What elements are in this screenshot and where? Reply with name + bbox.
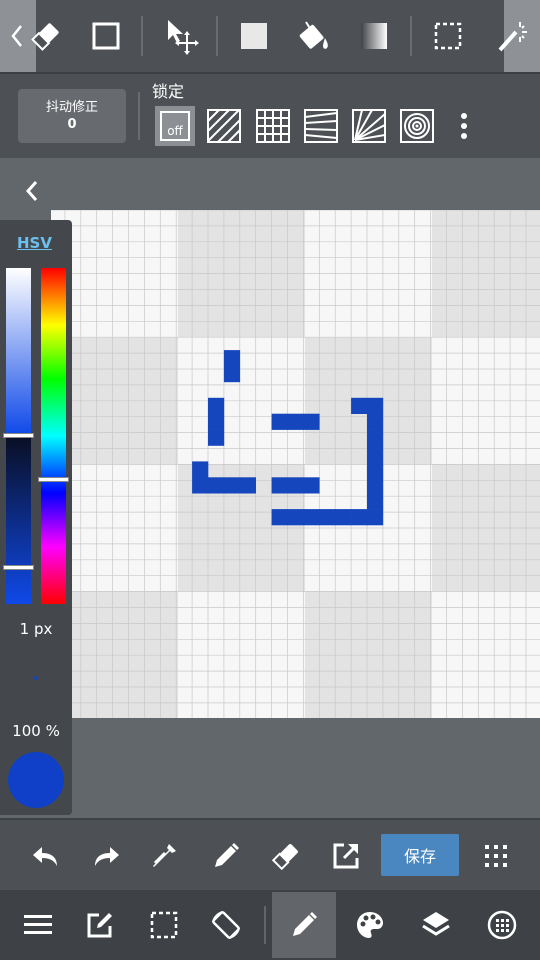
ruler-off-label: off — [167, 124, 183, 138]
painted-pixel — [271, 509, 288, 526]
bucket-fill-icon[interactable] — [292, 14, 336, 58]
toolbar-divider — [410, 16, 412, 56]
painted-pixel — [223, 366, 241, 383]
painted-pixel — [208, 413, 225, 430]
eyedropper-icon[interactable] — [142, 836, 186, 876]
toolbar-divider — [216, 16, 218, 56]
current-color-swatch[interactable] — [8, 752, 64, 808]
painted-pixel — [192, 477, 209, 494]
action-bar-divider — [0, 818, 540, 820]
drawing-canvas[interactable] — [51, 210, 540, 718]
painted-pixel — [287, 477, 304, 494]
ruler-radial-button[interactable] — [349, 106, 389, 146]
edit-icon[interactable] — [78, 904, 122, 946]
transparency-block — [178, 591, 305, 718]
subbar-divider — [138, 92, 140, 140]
painted-pixel — [303, 477, 320, 494]
brush-size-label[interactable]: 1 px — [0, 620, 72, 638]
ruler-off-icon: off — [160, 111, 190, 141]
hue-slider-handle[interactable] — [38, 476, 69, 482]
palette-icon[interactable] — [348, 904, 392, 946]
ruler-off-button[interactable]: off — [155, 106, 195, 146]
painted-pixel — [367, 509, 384, 526]
painted-pixel — [367, 477, 384, 494]
stabilizer-label: 抖动修正 — [45, 100, 98, 115]
painted-pixel — [303, 509, 320, 526]
transparency-block — [432, 464, 540, 591]
eraser-icon[interactable] — [24, 14, 68, 58]
painted-pixel — [351, 509, 368, 526]
toolbar-divider — [141, 16, 143, 56]
painted-pixel — [239, 477, 256, 494]
parallel-lines-icon — [207, 109, 241, 143]
painted-pixel — [287, 413, 304, 430]
color-mode-label[interactable]: HSV — [17, 234, 52, 252]
menu-icon[interactable] — [16, 904, 60, 946]
painted-pixel — [335, 509, 352, 526]
brush-size-preview — [34, 676, 38, 680]
undo-icon[interactable] — [24, 836, 68, 876]
concentric-circles-icon — [400, 109, 434, 143]
painted-pixel — [223, 350, 241, 367]
rotate-canvas-icon[interactable] — [204, 904, 248, 946]
transparency-block — [305, 591, 432, 718]
brightness-slider[interactable] — [6, 438, 31, 604]
painted-pixel — [367, 413, 384, 430]
collapse-panel-icon[interactable] — [14, 174, 50, 208]
ruler-perspective-button[interactable] — [301, 106, 341, 146]
nav-divider — [264, 906, 266, 944]
painted-pixel — [208, 429, 225, 446]
rectangle-tool-icon[interactable] — [84, 14, 128, 58]
saturation-slider-handle[interactable] — [3, 432, 34, 438]
pen-tool-tab[interactable] — [272, 892, 336, 958]
transparency-block — [432, 591, 540, 718]
opacity-label[interactable]: 100 % — [0, 722, 72, 740]
painted-pixel — [271, 477, 288, 494]
painted-pixel — [351, 397, 368, 414]
brightness-slider-handle[interactable] — [3, 565, 34, 571]
painted-pixel — [367, 461, 384, 478]
pen-icon[interactable] — [204, 836, 248, 876]
painted-pixel — [208, 477, 225, 494]
painted-pixel — [271, 413, 288, 430]
painted-pixel — [367, 493, 384, 510]
saturation-value-sliders — [3, 268, 34, 604]
layers-icon[interactable] — [414, 904, 458, 946]
marquee-select-icon[interactable] — [426, 14, 470, 58]
grid-icon — [256, 109, 290, 143]
painted-pixel — [287, 509, 304, 526]
save-button[interactable]: 保存 — [381, 834, 459, 876]
painted-pixel — [208, 397, 225, 414]
stabilizer-button[interactable]: 抖动修正 0 — [18, 89, 126, 143]
magic-wand-icon[interactable] — [490, 14, 534, 58]
hue-slider[interactable] — [41, 268, 66, 604]
eraser-action-icon[interactable] — [264, 836, 308, 876]
painted-pixel — [192, 461, 209, 478]
apps-grid-icon[interactable] — [476, 836, 516, 876]
ruler-grid-button[interactable] — [253, 106, 293, 146]
material-icon[interactable] — [480, 904, 524, 946]
gradient-icon[interactable] — [352, 14, 396, 58]
selection-icon[interactable] — [142, 904, 186, 946]
painted-pixel — [367, 397, 384, 414]
painted-pixel — [303, 413, 320, 430]
move-icon[interactable] — [158, 14, 202, 58]
stabilizer-value: 0 — [67, 117, 77, 132]
radial-lines-icon — [352, 109, 386, 143]
lock-title: 锁定 — [152, 82, 185, 101]
painted-pixel — [367, 445, 384, 462]
canvas-pixels[interactable] — [51, 210, 540, 718]
more-options-icon[interactable] — [450, 106, 478, 146]
export-icon[interactable] — [324, 836, 368, 876]
perspective-icon — [304, 109, 338, 143]
pen-tool-icon — [293, 912, 317, 936]
painted-pixel — [367, 429, 384, 446]
fill-rect-icon[interactable] — [232, 14, 276, 58]
painted-pixel — [319, 509, 336, 526]
saturation-slider[interactable] — [6, 268, 31, 434]
painted-pixel — [223, 477, 241, 494]
ruler-concentric-button[interactable] — [397, 106, 437, 146]
redo-icon[interactable] — [84, 836, 128, 876]
ruler-parallel-button[interactable] — [204, 106, 244, 146]
